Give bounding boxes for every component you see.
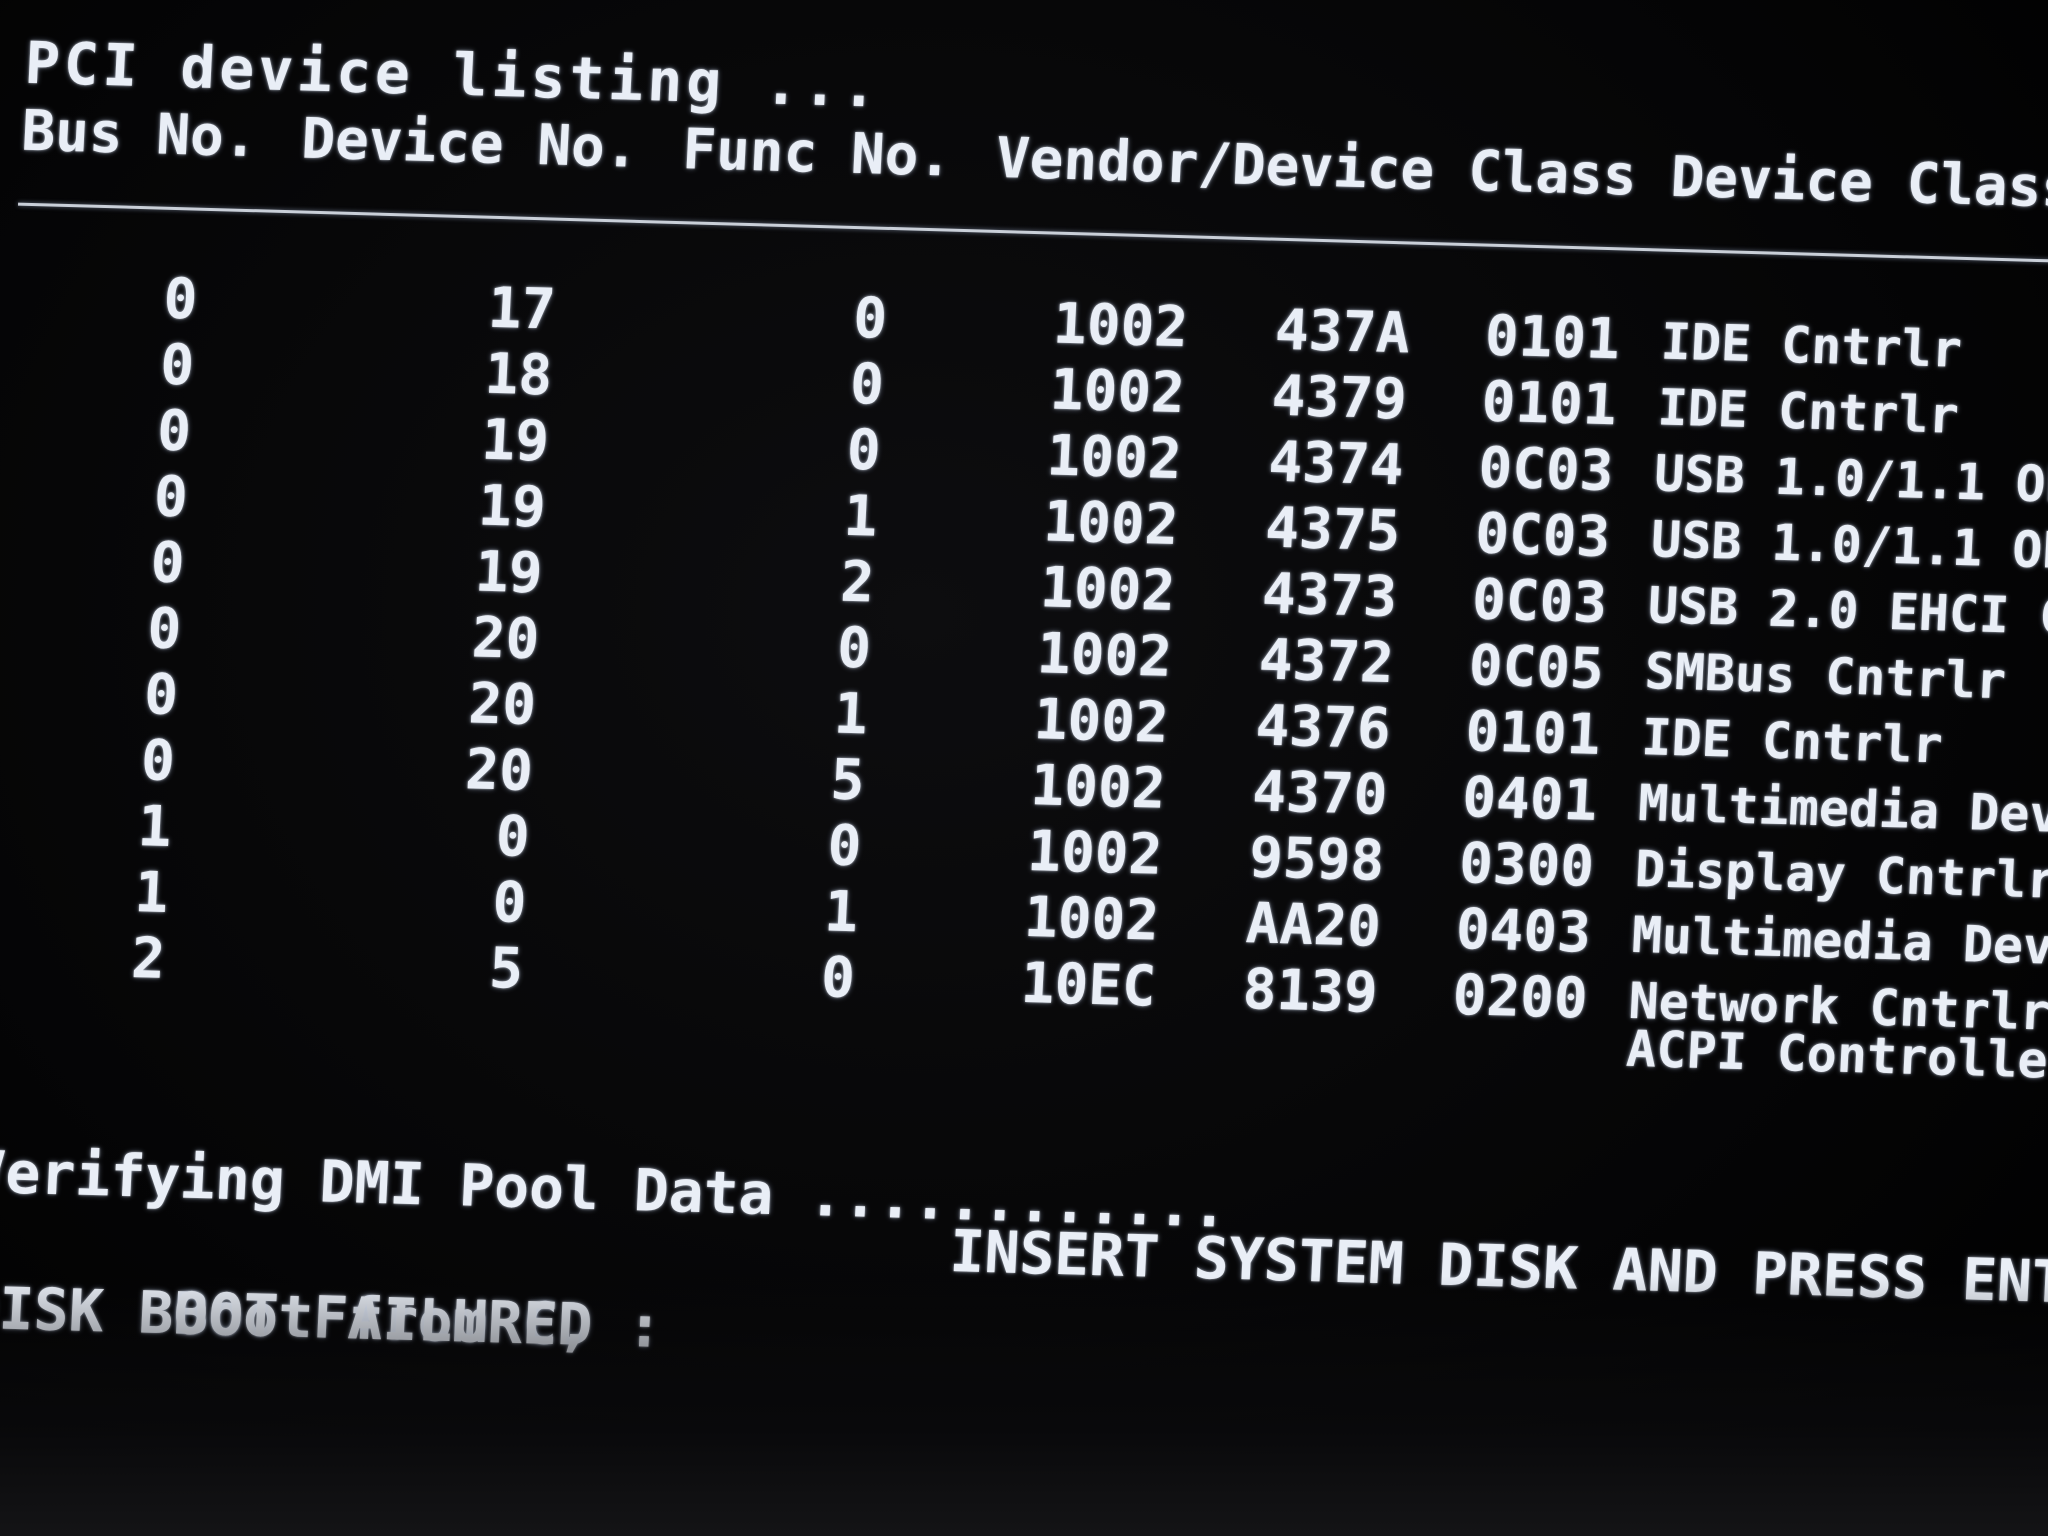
bus-cell: 0 — [152, 464, 190, 531]
device-class-cell: IDE Cntrlr — [1640, 708, 1944, 775]
device-class-cell: USB 2.0 EHCI Cr — [1646, 576, 2048, 647]
class-cell: 0101 — [1464, 699, 1603, 768]
class-cell: 0403 — [1454, 897, 1593, 966]
vendor-cell: 1002 — [1032, 687, 1171, 756]
device-id-cell: 4370 — [1250, 759, 1389, 829]
header-class: Class — [1466, 139, 1639, 209]
vendor-cell: 10EC — [1019, 950, 1158, 1020]
device-class-cell: IDE Cntrlr — [1656, 378, 1961, 445]
bus-cell: 1 — [133, 860, 170, 927]
device-id-cell: 4374 — [1267, 429, 1406, 499]
func-cell: 0 — [826, 813, 863, 880]
func-cell: 0 — [848, 351, 886, 418]
table-header: Bus No. Device No. Func No. Vendor/Devic… — [20, 99, 2048, 221]
bus-cell: 0 — [149, 530, 187, 597]
device-cell: 20 — [467, 671, 538, 739]
device-cell: 20 — [470, 605, 541, 673]
header-vendor-device: Vendor/Device — [994, 125, 1436, 204]
device-id-cell: 4375 — [1263, 495, 1402, 565]
device-class-cell: Multimedia Devi — [1630, 905, 2048, 977]
insert-disk-message: INSERT SYSTEM DISK AND PRESS ENTER — [948, 1217, 2048, 1319]
device-id-cell: 4376 — [1254, 693, 1393, 763]
vendor-cell: 1002 — [1022, 884, 1161, 954]
class-cell: 0200 — [1451, 962, 1590, 1032]
vendor-cell: 1002 — [1041, 489, 1180, 559]
device-id-cell: AA20 — [1244, 891, 1383, 960]
bios-screen: PCI device listing ... Bus No. Device No… — [0, 0, 2048, 1536]
device-id-cell: 8139 — [1241, 957, 1380, 1026]
class-cell: 0C03 — [1476, 435, 1615, 505]
func-cell: 2 — [838, 549, 876, 616]
device-class-cell: IDE Cntrlr — [1659, 312, 1964, 379]
class-cell: 0C03 — [1470, 567, 1609, 637]
device-cell: 17 — [486, 275, 557, 343]
vendor-cell: 1002 — [1048, 357, 1187, 427]
bus-cell: 0 — [155, 398, 193, 465]
class-cell: 0101 — [1480, 369, 1619, 439]
device-class-cell: Display Cntrlr — [1633, 840, 2048, 910]
func-cell: 0 — [819, 945, 857, 1012]
bus-cell: 2 — [129, 926, 167, 992]
header-device: Device No. — [299, 106, 641, 181]
vendor-cell: 1002 — [1025, 819, 1164, 888]
class-cell: 0300 — [1457, 831, 1596, 900]
vendor-cell: 1002 — [1051, 291, 1190, 361]
device-id-cell: 4379 — [1270, 363, 1409, 433]
device-cell: 19 — [479, 407, 551, 475]
vendor-cell: 1002 — [1038, 555, 1177, 625]
device-class-cell: SMBus Cntrlr — [1643, 642, 2008, 711]
vendor-cell: 1002 — [1045, 423, 1184, 493]
device-cell: 19 — [476, 473, 548, 541]
func-cell: 0 — [845, 417, 883, 484]
bus-cell: 0 — [158, 332, 196, 399]
device-cell: 0 — [494, 804, 532, 871]
device-id-cell: 437A — [1273, 297, 1412, 367]
device-cell: 19 — [473, 539, 545, 607]
func-cell: 1 — [822, 879, 860, 946]
class-cell: 0C03 — [1473, 501, 1612, 571]
device-class-cell: USB 1.0/1.1 OHC — [1649, 510, 2048, 581]
vendor-cell: 1002 — [1029, 753, 1168, 822]
extra-device-class: ACPI Controller — [1624, 1019, 2048, 1091]
bus-cell: 0 — [139, 728, 177, 795]
device-id-cell: 4373 — [1260, 561, 1399, 631]
device-id-cell: 9598 — [1247, 825, 1386, 894]
bus-cell: 0 — [145, 596, 183, 663]
device-class-cell: USB 1.0/1.1 OHC — [1653, 444, 2048, 515]
class-cell: 0401 — [1460, 765, 1599, 834]
device-id-cell: 4372 — [1257, 627, 1396, 697]
bus-cell: 0 — [162, 266, 199, 333]
func-cell: 1 — [842, 483, 880, 550]
func-cell: 1 — [832, 681, 870, 748]
header-bus: Bus No. — [20, 98, 260, 171]
class-cell: 0101 — [1483, 303, 1622, 373]
header-func: Func No. — [680, 117, 954, 190]
device-cell: 18 — [483, 341, 554, 409]
func-cell: 0 — [851, 285, 889, 352]
vendor-cell: 1002 — [1035, 621, 1174, 690]
func-cell: 5 — [829, 747, 867, 814]
device-cell: 20 — [463, 737, 535, 805]
bus-cell: 0 — [142, 662, 180, 729]
device-cell: 0 — [491, 870, 528, 937]
bios-text-area: PCI device listing ... Bus No. Device No… — [0, 0, 2048, 1536]
device-cell: 5 — [487, 936, 525, 1002]
device-class-cell: Multimedia Devi — [1636, 774, 2048, 845]
header-device-class: Device Class — [1669, 144, 2048, 221]
func-cell: 0 — [835, 615, 873, 682]
bus-cell: 1 — [136, 794, 174, 861]
class-cell: 0C05 — [1467, 633, 1606, 703]
